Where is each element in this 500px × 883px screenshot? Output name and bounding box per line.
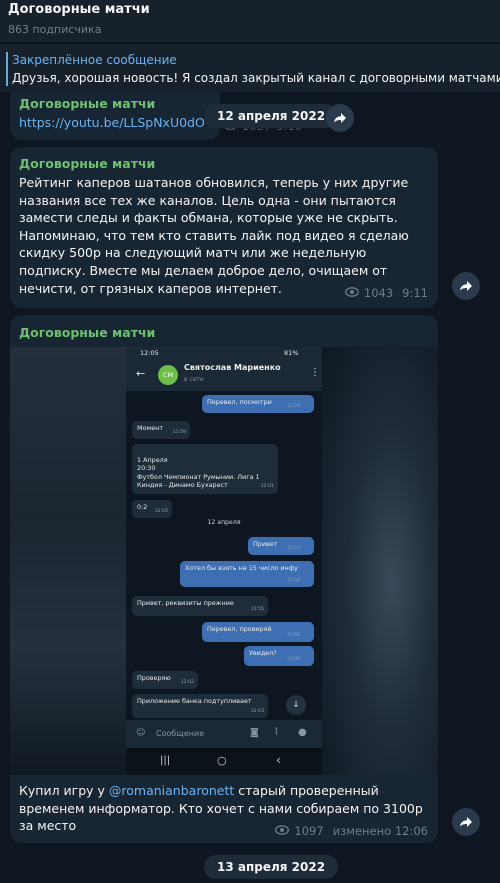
back-icon: ‹ [276,753,281,767]
paperclip-icon: ⌇ [274,727,279,738]
forward-arrow-icon [459,277,473,296]
message-meta: 1097 изменено 12:06 [275,824,428,838]
phone-battery: 81% [284,349,299,357]
message-link[interactable]: https://youtu.be/LLSpNxU0dOk [19,115,205,130]
message-time: 9:11 [402,286,428,300]
eye-icon [275,824,290,838]
view-count: 1097 [294,824,324,838]
phone-contact-name: Святослав Мариенко [184,363,281,372]
phone-scroll-down-button: ↓ [286,695,306,715]
message-author: Договорные матчи [19,325,156,340]
screenshot-photo[interactable]: 12:05 81% ← ⋮ СМ Святослав Мариенко в се… [10,347,438,775]
message-bubble[interactable]: Договорные матчи Рейтинг каперов шатанов… [10,147,438,308]
phone-bubble: Момент 11:59 [132,421,190,439]
phone-bubble: 0:2 12:02 [132,500,172,518]
date-chip: 12 апреля 2022 [204,104,339,128]
phone-bubble: Привет 11:53 [248,537,314,555]
home-icon: ○ [217,754,227,767]
camera-icon: ◙ [250,728,259,738]
phone-screenshot: 12:05 81% ← ⋮ СМ Святослав Мариенко в се… [126,347,322,775]
channel-title: Договорные матчи [8,2,150,17]
phone-date-divider: 12 апреля [207,519,241,526]
forward-arrow-icon [459,813,473,832]
phone-bubble: Приложение банка подтупливает 12:03 [132,694,268,718]
channel-header[interactable]: Договорные матчи 863 подписчика [0,0,500,42]
sticker-icon: ☺ [136,728,146,738]
mention-link[interactable]: @romanianbaronett [109,783,234,798]
photo-blur-left [10,347,126,775]
date-chip: 13 апреля 2022 [204,855,339,879]
forward-button[interactable] [326,104,354,132]
phone-contact-status: в сети [184,376,204,383]
message-text: Рейтинг каперов шатанов обновился, тепер… [19,175,409,296]
message-author: Договорные матчи [19,156,156,171]
phone-input-bar: ☺ Сообщение ◙ ⌇ ● [126,720,322,748]
phone-bubble: Перевел, проверяй 11:56 [202,622,314,642]
phone-contact-avatar: СМ [158,365,178,385]
message-meta: 1043 9:11 [344,286,428,300]
view-count: 1043 [363,286,394,300]
eye-icon [344,286,359,300]
back-arrow-icon: ← [136,367,146,380]
phone-bubble: Привет, реквизиты прежние 11:55 [132,596,268,616]
message-author: Договорные матчи [19,96,156,111]
phone-bubble: Увидел? 12:00 [244,646,314,666]
forward-button[interactable] [452,808,480,836]
pinned-text: Друзья, хорошая новость! Я создал закрыт… [12,71,500,85]
message-time: изменено 12:06 [332,824,428,838]
forward-arrow-icon [333,109,347,128]
phone-bubble: Перевел, посмотри 11:59 [202,395,314,413]
phone-bubble: 1 Апреля 20:30 Футбол Чемпионат Румынии.… [132,444,278,494]
phone-status-bar: 12:05 81% [126,347,322,359]
message-bubble[interactable]: Договорные матчи https://youtu.be/LLSpNx… [10,92,302,140]
recents-icon: ||| [160,755,171,766]
pinned-title: Закреплённое сообщение [12,53,177,67]
kebab-menu-icon: ⋮ [310,367,320,378]
phone-bubble: Хотел бы взять на 15 число инфу 11:54 [180,561,314,587]
phone-bubble: Проверяю 12:02 [132,671,198,689]
phone-input-placeholder: Сообщение [156,729,205,738]
pinned-message-bar[interactable]: Закреплённое сообщение Друзья, хорошая н… [0,43,500,92]
arrow-down-icon: ↓ [292,700,300,710]
forward-button[interactable] [452,272,480,300]
phone-nav-bar: ||| ○ ‹ [126,748,322,775]
pinned-accent-bar [6,52,8,86]
microphone-icon: ● [298,727,307,738]
phone-status-time: 12:05 [140,349,159,357]
photo-blur-right [322,347,438,775]
subscriber-count: 863 подписчика [8,23,102,36]
